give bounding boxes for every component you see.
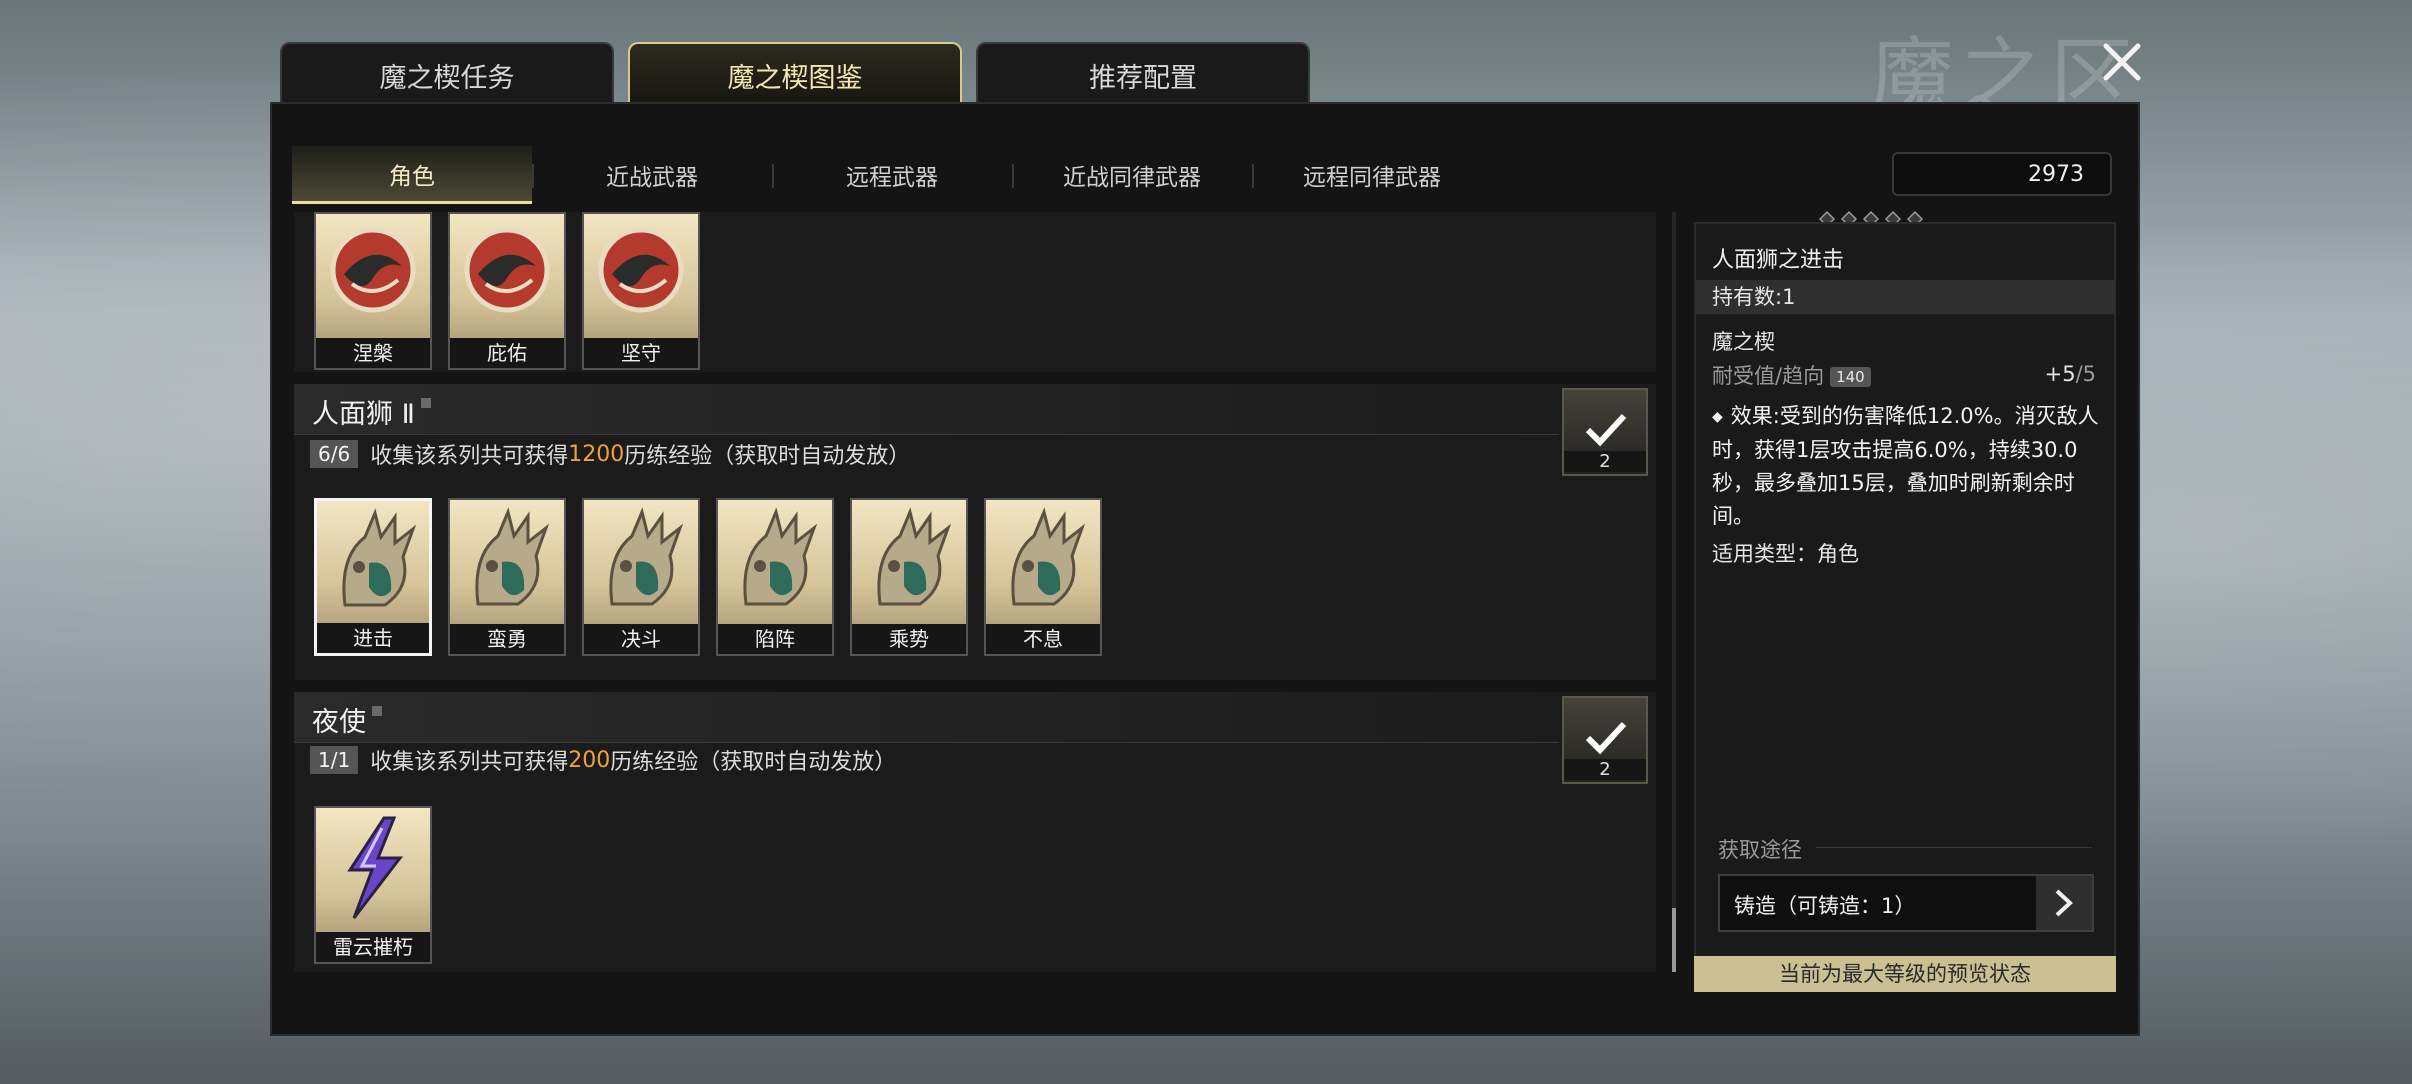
red-swirl-emblem-icon xyxy=(464,227,550,313)
mod-card-name: 庇佑 xyxy=(450,338,564,368)
collection-progress: 1/1 收集该系列共可获得 200 历练经验（获取时自动发放） xyxy=(310,746,897,775)
subtab-melee-weapon[interactable]: 近战武器 xyxy=(532,146,772,204)
close-icon xyxy=(2103,43,2141,81)
subtab-ranged-weapon[interactable]: 远程武器 xyxy=(772,146,1012,204)
category-tab-bar: 角色 近战武器 远程武器 近战同律武器 远程同律武器 xyxy=(292,146,1512,204)
group-block-night-envoy: 夜使 1/1 收集该系列共可获得 200 历练经验（获取时自动发放） 2 雷云摧朽 xyxy=(294,692,1656,972)
mod-card-name: 雷云摧朽 xyxy=(316,932,430,962)
divider xyxy=(1816,847,2092,848)
mod-card[interactable]: 陷阵 xyxy=(716,498,834,656)
durability-value: 140 xyxy=(1830,367,1871,387)
tab-recommended-config[interactable]: 推荐配置 xyxy=(976,42,1310,106)
level-max: /5 xyxy=(2075,362,2096,386)
progress-suffix: 历练经验（获取时自动发放） xyxy=(624,444,911,469)
mod-card[interactable]: 庇佑 xyxy=(448,212,566,370)
mod-card-name: 决斗 xyxy=(584,624,698,654)
chevron-right-icon xyxy=(2036,876,2092,930)
subtab-character[interactable]: 角色 xyxy=(292,146,532,204)
effect-text: ◆ 效果:受到的伤害降低12.0%。消灭敌人时，获得1层攻击提高6.0%，持续30… xyxy=(1712,400,2104,533)
owned-count: 持有数:1 xyxy=(1696,280,2114,314)
group-title-marker xyxy=(372,706,382,716)
sphinx-emblem-icon xyxy=(1011,507,1086,606)
reward-count: 2 xyxy=(1564,759,1646,780)
mod-card[interactable]: 蛮勇 xyxy=(448,498,566,656)
mod-card[interactable]: 雷云摧朽 xyxy=(314,806,432,964)
collection-progress: 6/6 收集该系列共可获得 1200 历练经验（获取时自动发放） xyxy=(310,440,911,469)
mod-card-name: 涅槃 xyxy=(316,338,430,368)
mod-card[interactable]: 坚守 xyxy=(582,212,700,370)
mod-card[interactable]: 决斗 xyxy=(582,498,700,656)
checkmark-icon xyxy=(1585,413,1627,447)
currency-counter: 2973 xyxy=(1892,152,2112,196)
mod-card-name: 乘势 xyxy=(852,624,966,654)
group-title-text: 夜使 xyxy=(312,707,366,738)
group-title-text: 人面狮 Ⅱ xyxy=(312,399,415,430)
group-header: 人面狮 Ⅱ xyxy=(294,384,1559,435)
source-label: 获取途径 xyxy=(1718,838,1802,862)
level-current: +5 xyxy=(2044,362,2076,386)
lightning-emblem-icon xyxy=(347,816,404,919)
group-block-top: 涅槃 庇佑 坚守 xyxy=(294,212,1656,372)
sphinx-emblem-icon xyxy=(609,507,684,606)
sphinx-emblem-icon xyxy=(475,507,550,606)
mod-level: +5/5 xyxy=(2045,362,2096,386)
mod-card-name: 不息 xyxy=(986,624,1100,654)
mod-card[interactable]: 乘势 xyxy=(850,498,968,656)
progress-prefix: 收集该系列共可获得 xyxy=(370,750,569,775)
tab-mod-codex[interactable]: 魔之楔图鉴 xyxy=(628,42,962,106)
reward-count: 2 xyxy=(1564,451,1646,472)
group-block-sphinx: 人面狮 Ⅱ 6/6 收集该系列共可获得 1200 历练经验（获取时自动发放） 2 进… xyxy=(294,384,1656,680)
mod-card-name: 坚守 xyxy=(584,338,698,368)
durability-label: 耐受值/趋向 xyxy=(1712,364,1825,388)
group-title-marker xyxy=(420,398,431,408)
progress-badge: 6/6 xyxy=(310,440,359,468)
group-title: 夜使 xyxy=(312,700,382,739)
group-header: 夜使 xyxy=(294,692,1559,743)
durability-row: 耐受值/趋向 140 xyxy=(1712,360,1871,390)
forge-source-label: 铸造（可铸造：1） xyxy=(1734,894,1916,918)
sphinx-emblem-icon xyxy=(743,507,818,606)
mod-list[interactable]: 涅槃 庇佑 坚守 人面狮 Ⅱ 6/6 收集该系列共可获得 1200 历练经验（获… xyxy=(294,212,1656,972)
progress-badge: 1/1 xyxy=(310,746,359,774)
currency-amount: 2973 xyxy=(2028,161,2084,187)
sphinx-emblem-icon xyxy=(877,507,952,606)
mod-card-name: 陷阵 xyxy=(718,624,832,654)
red-swirl-emblem-icon xyxy=(598,227,684,313)
detail-title: 人面狮之进击 xyxy=(1712,248,1845,273)
progress-amount: 200 xyxy=(568,747,611,773)
mod-card-name: 进击 xyxy=(317,623,429,653)
mod-detail-panel: 人面狮之进击 持有数:1 魔之楔 耐受值/趋向 140 +5/5 ◆ 效果:受到的伤… xyxy=(1694,222,2116,992)
main-tab-bar: 魔之楔任务 魔之楔图鉴 推荐配置 xyxy=(280,42,1310,106)
tab-mod-missions[interactable]: 魔之楔任务 xyxy=(280,42,614,106)
bullet-icon: ◆ xyxy=(1712,408,1723,425)
group-title: 人面狮 Ⅱ xyxy=(312,392,431,431)
mod-card[interactable]: 进击 xyxy=(314,498,432,656)
subtab-melee-consonance-weapon[interactable]: 近战同律武器 xyxy=(1012,146,1252,204)
effect-description: 效果:受到的伤害降低12.0%。消灭敌人时，获得1层攻击提高6.0%，持续30.… xyxy=(1712,404,2099,528)
mod-card[interactable]: 不息 xyxy=(984,498,1102,656)
progress-suffix: 历练经验（获取时自动发放） xyxy=(610,750,897,775)
mod-card[interactable]: 涅槃 xyxy=(314,212,432,370)
collection-reward-button[interactable]: 2 xyxy=(1562,388,1648,476)
progress-prefix: 收集该系列共可获得 xyxy=(370,444,569,469)
mod-category: 魔之楔 xyxy=(1712,330,1775,354)
red-swirl-emblem-icon xyxy=(330,227,416,313)
progress-amount: 1200 xyxy=(568,441,625,467)
preview-notice: 当前为最大等级的预览状态 xyxy=(1694,956,2116,992)
applicable-type: 适用类型：角色 xyxy=(1712,542,1859,566)
close-button[interactable] xyxy=(2090,30,2154,94)
sphinx-emblem-icon xyxy=(342,508,417,607)
forge-source-button[interactable]: 铸造（可铸造：1） xyxy=(1718,874,2094,932)
collection-reward-button[interactable]: 2 xyxy=(1562,696,1648,784)
checkmark-icon xyxy=(1585,721,1627,755)
mod-card-name: 蛮勇 xyxy=(450,624,564,654)
scrollbar-track[interactable] xyxy=(1672,212,1676,972)
subtab-ranged-consonance-weapon[interactable]: 远程同律武器 xyxy=(1252,146,1492,204)
scrollbar-thumb[interactable] xyxy=(1672,908,1676,972)
